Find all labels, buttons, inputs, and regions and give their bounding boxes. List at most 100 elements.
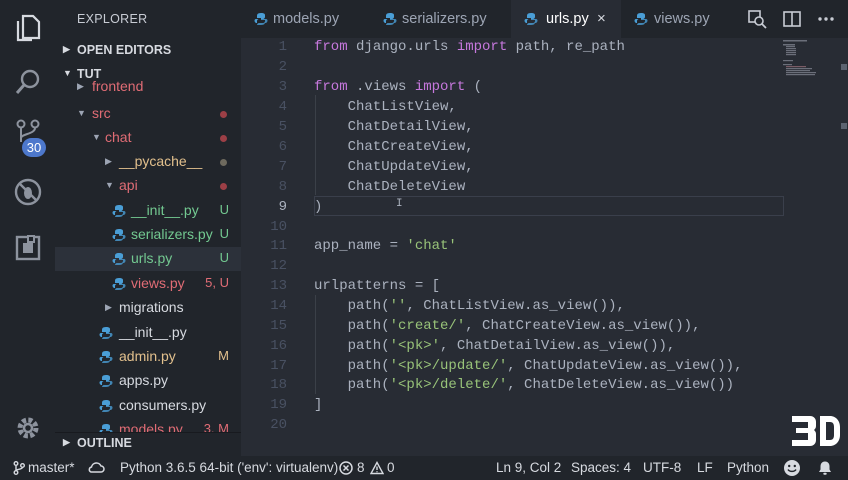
python-file-icon — [99, 424, 113, 432]
tree-file-views[interactable]: views.py 5, U — [55, 272, 241, 296]
tree-folder-migrations[interactable]: ▶ migrations — [55, 296, 241, 320]
python-file-icon — [99, 400, 113, 412]
line-number: 2 — [278, 59, 287, 75]
line-number: 9 — [278, 199, 287, 215]
code-line: ChatUpdateView, — [314, 159, 474, 175]
tab-serializers[interactable]: serializers.py — [369, 0, 511, 38]
line-number: 7 — [278, 159, 287, 175]
code-line: ChatDeleteView — [314, 179, 466, 195]
status-bar: master* Python 3.6.5 64-bit ('env': virt… — [0, 456, 848, 480]
chevron-right-icon: ▶ — [105, 302, 112, 312]
minimap[interactable] — [783, 40, 829, 76]
line-number: 3 — [278, 79, 287, 95]
code-line: ChatDetailView, — [314, 119, 474, 135]
line-number: 14 — [270, 298, 287, 314]
code-editor[interactable]: 1 2 3 4 5 6 7 8 9 10 11 12 13 14 15 16 1… — [241, 38, 848, 456]
python-file-icon — [634, 13, 648, 25]
line-number: 15 — [270, 318, 287, 334]
language-mode[interactable]: Python — [727, 460, 769, 475]
open-changes-icon[interactable] — [747, 9, 767, 29]
tab-urls[interactable]: urls.py × — [511, 0, 621, 38]
split-editor-icon[interactable] — [782, 9, 802, 29]
chevron-down-icon: ▼ — [105, 180, 114, 190]
git-branch-icon — [13, 461, 25, 475]
cursor-position[interactable]: Ln 9, Col 2 — [496, 460, 561, 475]
python-file-icon — [112, 278, 126, 290]
tab-models[interactable]: models.py — [241, 0, 369, 38]
tree-file-apps[interactable]: apps.py — [55, 369, 241, 393]
indentation[interactable]: Spaces: 4 — [571, 460, 631, 475]
tree-file-models[interactable]: models.py 3, M — [55, 418, 241, 432]
line-number: 10 — [270, 219, 287, 235]
end-of-line[interactable]: LF — [697, 460, 713, 475]
outline-section[interactable]: ▶ OUTLINE — [55, 432, 241, 455]
tree-file-api-init[interactable]: __init__.py U — [55, 199, 241, 223]
settings-gear-icon[interactable] — [0, 406, 55, 450]
code-line: urlpatterns = [ — [314, 278, 441, 294]
git-branch-label[interactable]: master* — [28, 460, 75, 475]
tree-file-urls[interactable]: urls.py U — [55, 247, 241, 271]
close-tab-icon[interactable]: × — [597, 10, 606, 27]
code-line: from django.urls import path, re_path — [314, 39, 625, 55]
python-file-icon — [383, 13, 397, 25]
line-number: 8 — [278, 179, 287, 195]
python-file-icon — [112, 229, 126, 241]
line-number: 19 — [270, 397, 287, 413]
debug-icon[interactable] — [0, 170, 55, 214]
code-line: path('<pk>/delete/', ChatDeleteView.as_v… — [314, 377, 735, 393]
line-number: 5 — [278, 119, 287, 135]
status-dot — [220, 159, 227, 166]
file-encoding[interactable]: UTF-8 — [643, 460, 681, 475]
tree-folder-api[interactable]: ▼ api — [55, 174, 241, 198]
chevron-right-icon: ▶ — [63, 44, 70, 54]
sync-cloud-icon[interactable] — [87, 461, 105, 475]
activity-bar: 30 — [0, 0, 55, 456]
code-line: path('<pk>/update/', ChatUpdateView.as_v… — [314, 358, 743, 374]
code-line: ChatListView, — [314, 99, 457, 115]
code-line: ChatCreateView, — [314, 139, 474, 155]
tree-file-admin[interactable]: admin.py M — [55, 345, 241, 369]
video-logo-watermark — [792, 416, 840, 446]
error-dot — [220, 111, 227, 118]
chevron-down-icon: ▼ — [77, 108, 86, 118]
tree-file-chat-init[interactable]: __init__.py — [55, 321, 241, 345]
python-interpreter[interactable]: Python 3.6.5 64-bit ('env': virtualenv) — [120, 460, 338, 475]
tab-views[interactable]: views.py — [621, 0, 741, 38]
tree-folder-src[interactable]: ▼ src — [55, 102, 241, 126]
scrollbar-marker — [841, 64, 847, 70]
tree-file-consumers[interactable]: consumers.py — [55, 394, 241, 418]
code-line: path('create/', ChatCreateView.as_view()… — [314, 318, 701, 334]
feedback-smiley-icon[interactable] — [783, 459, 801, 477]
editor-tab-bar: models.py serializers.py urls.py × views… — [241, 0, 848, 38]
notifications-bell-icon[interactable] — [817, 460, 833, 476]
search-icon[interactable] — [0, 60, 55, 104]
python-file-icon — [99, 327, 113, 339]
tree-folder-chat[interactable]: ▼ chat — [55, 126, 241, 150]
code-line: ] — [314, 397, 323, 413]
extensions-icon[interactable] — [0, 226, 55, 270]
line-number: 1 — [278, 39, 287, 55]
open-editors-section[interactable]: ▶ OPEN EDITORS — [55, 40, 241, 62]
warning-icon[interactable] — [370, 461, 384, 475]
tree-file-serializers[interactable]: serializers.py U — [55, 223, 241, 247]
more-actions-icon[interactable] — [816, 9, 836, 29]
tree-folder-frontend[interactable]: ▶ frontend — [55, 78, 241, 98]
error-count[interactable]: 8 — [357, 460, 365, 475]
line-number: 11 — [270, 238, 287, 254]
python-file-icon — [524, 13, 538, 25]
explorer-files-icon[interactable] — [0, 6, 55, 50]
explorer-title: EXPLORER — [77, 12, 148, 26]
warning-count[interactable]: 0 — [387, 460, 395, 475]
tree-folder-pycache[interactable]: ▶ __pycache__ — [55, 150, 241, 174]
error-icon[interactable] — [339, 461, 353, 475]
error-dot — [220, 183, 227, 190]
current-line-highlight — [314, 196, 784, 216]
python-file-icon — [99, 375, 113, 387]
scrollbar-marker — [841, 123, 847, 129]
code-line: path('', ChatListView.as_view()), — [314, 298, 625, 314]
chevron-right-icon: ▶ — [63, 437, 70, 447]
line-number: 18 — [270, 377, 287, 393]
chevron-down-icon: ▼ — [92, 132, 101, 142]
explorer-sidebar: EXPLORER ▶ OPEN EDITORS ▼ TUT ▶ frontend… — [55, 0, 241, 456]
line-number: 6 — [278, 139, 287, 155]
